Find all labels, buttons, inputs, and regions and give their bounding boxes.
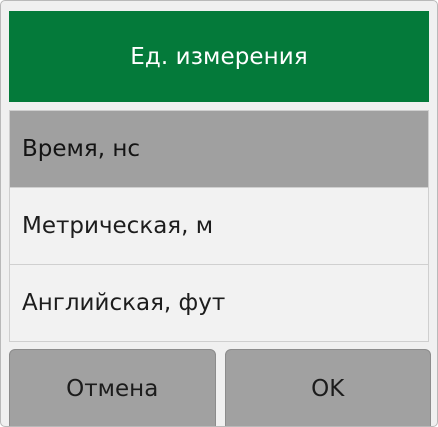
units-dialog: Ед. измерения Время, нс Метрическая, м А…: [0, 0, 438, 427]
ok-button-label: OK: [311, 375, 345, 402]
option-label: Метрическая, м: [22, 213, 214, 239]
option-label: Время, нс: [22, 136, 141, 162]
option-metric-m[interactable]: Метрическая, м: [10, 188, 428, 265]
dialog-buttons: Отмена OK: [9, 349, 431, 426]
units-options-list: Время, нс Метрическая, м Английская, фут: [9, 110, 429, 342]
option-label: Английская, фут: [22, 290, 226, 316]
option-time-ns[interactable]: Время, нс: [10, 111, 428, 188]
ok-button[interactable]: OK: [224, 349, 431, 426]
dialog-title-bar: Ед. измерения: [9, 11, 429, 102]
option-english-ft[interactable]: Английская, фут: [10, 265, 428, 341]
dialog-title: Ед. измерения: [130, 43, 308, 70]
cancel-button-label: Отмена: [66, 375, 159, 402]
cancel-button[interactable]: Отмена: [9, 349, 216, 426]
